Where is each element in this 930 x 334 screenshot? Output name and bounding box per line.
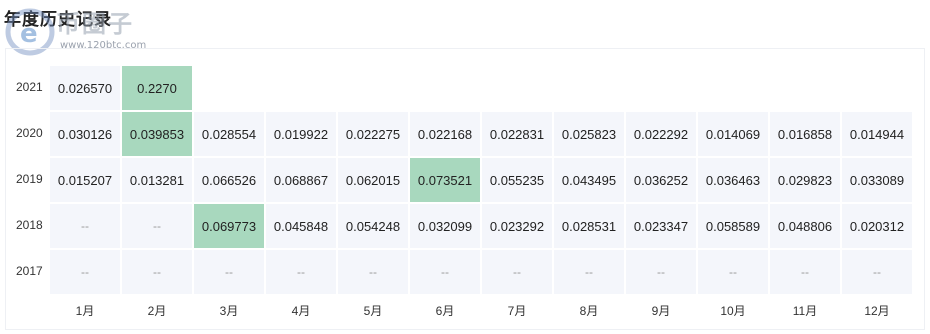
value-cell: 0.019922 [266,112,336,156]
value-cell: 0.073521 [410,158,480,202]
year-label: 2017 [16,264,43,278]
month-label: 2月 [147,304,167,318]
value-cell: -- [770,250,840,294]
value-cell: 0.022292 [626,112,696,156]
month-label: 8月 [579,304,599,318]
value-cell: 0.062015 [338,158,408,202]
value-cell: 0.013281 [122,158,192,202]
month-label: 5月 [363,304,383,318]
year-label: 2018 [16,218,43,232]
value-cell: -- [122,204,192,248]
value-cell: 0.022168 [410,112,480,156]
value-cell: 0.043495 [554,158,624,202]
year-label: 2019 [16,172,43,186]
value-cell: -- [122,250,192,294]
value-cell: 0.023292 [482,204,552,248]
value-cell: 0.029823 [770,158,840,202]
value-cell: 0.045848 [266,204,336,248]
value-cell: 0.066526 [194,158,264,202]
value-cell: 0.020312 [842,204,912,248]
value-cell: 0.016858 [770,112,840,156]
month-label: 1月 [75,304,95,318]
value-cell: 0.022831 [482,112,552,156]
value-cell: 0.014944 [842,112,912,156]
value-cell: 0.036463 [698,158,768,202]
value-cell: 0.068867 [266,158,336,202]
value-cell: 0.028531 [554,204,624,248]
year-label: 2021 [16,80,43,94]
month-label: 3月 [219,304,239,318]
value-cell: 0.023347 [626,204,696,248]
value-cell: -- [410,250,480,294]
value-cell: 0.048806 [770,204,840,248]
month-label: 7月 [507,304,527,318]
month-label: 6月 [435,304,455,318]
value-cell: -- [338,250,408,294]
month-label: 9月 [651,304,671,318]
value-cell: -- [698,250,768,294]
value-cell: 0.036252 [626,158,696,202]
value-cell: 0.033089 [842,158,912,202]
value-cell: 0.069773 [194,204,264,248]
value-cell: 0.054248 [338,204,408,248]
month-label: 4月 [291,304,311,318]
value-cell: -- [482,250,552,294]
value-cell: -- [50,250,120,294]
value-cell: 0.055235 [482,158,552,202]
value-cell: 0.2270 [122,66,192,110]
value-cell: 0.030126 [50,112,120,156]
value-cell: 0.039853 [122,112,192,156]
value-cell: 0.026570 [50,66,120,110]
value-cell: 0.028554 [194,112,264,156]
value-cell: 0.058589 [698,204,768,248]
value-cell: -- [50,204,120,248]
month-label: 12月 [864,304,890,318]
value-cell: -- [554,250,624,294]
value-cell: -- [626,250,696,294]
value-cell: 0.014069 [698,112,768,156]
month-label: 10月 [720,304,746,318]
value-cell: 0.032099 [410,204,480,248]
page-title: 年度历史记录 [4,10,112,30]
value-cell: 0.025823 [554,112,624,156]
value-cell: 0.015207 [50,158,120,202]
value-cell: 0.022275 [338,112,408,156]
value-cell: -- [842,250,912,294]
month-label: 11月 [792,304,818,318]
value-cell: -- [266,250,336,294]
value-cell: -- [194,250,264,294]
year-label: 2020 [16,126,43,140]
